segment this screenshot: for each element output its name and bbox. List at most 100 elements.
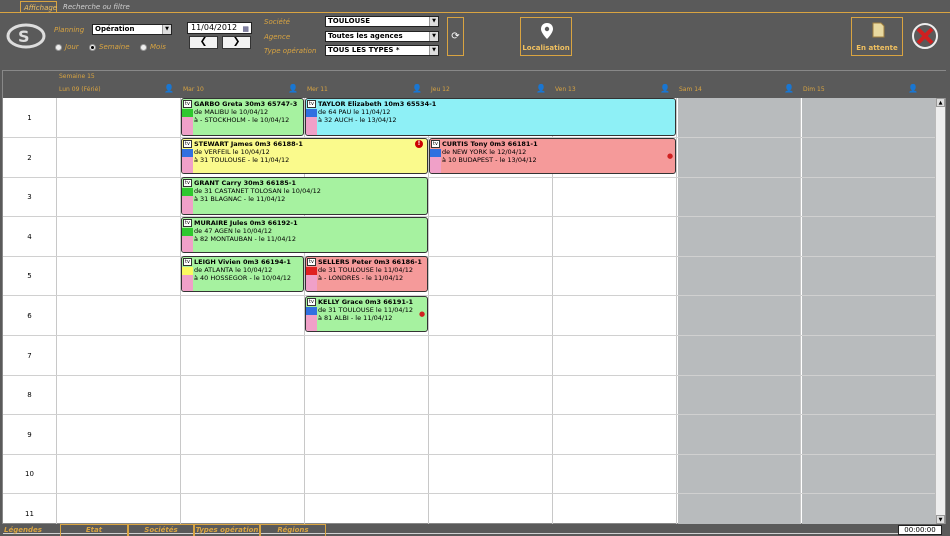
vertical-scrollbar[interactable]: ▲ ▼ (935, 98, 945, 524)
status-strip (306, 109, 317, 117)
planning-select-value: Opération (95, 25, 135, 33)
refresh-icon: ⟳ (451, 31, 460, 42)
event-card[interactable]: tv KELLY Grace 0m3 66191-1 de 31 TOULOUSE … (305, 296, 428, 332)
grid-hline (3, 493, 936, 494)
person-icon: 👤 (908, 84, 918, 93)
row-label: 3 (27, 193, 32, 201)
tv-icon: tv (307, 100, 316, 108)
localisation-button[interactable]: Localisation (520, 17, 572, 56)
event-origin: de 31 TOULOUSE le 11/04/12 (318, 306, 413, 314)
footer-tab-regions[interactable]: Régions (260, 524, 326, 536)
legendes-label: Légendes (4, 526, 42, 534)
event-title: MURAIRE Jules 0m3 66192-1 (194, 219, 298, 227)
radio-jour[interactable] (55, 44, 62, 51)
agence-label: Agence (264, 33, 291, 41)
type-strip (430, 157, 441, 173)
grid-vline (56, 98, 57, 524)
en-attente-button[interactable]: En attente (851, 17, 903, 56)
next-week-button[interactable]: ❯ (222, 36, 251, 49)
day-header-sat: Sam 14 (679, 86, 702, 93)
warning-icon: ! (415, 140, 423, 148)
radio-mois-label: Mois (150, 43, 166, 51)
radio-mois[interactable] (140, 44, 147, 51)
status-strip (430, 149, 441, 157)
type-strip (182, 157, 193, 173)
scroll-down-icon[interactable]: ▼ (936, 515, 945, 524)
tv-icon: tv (183, 179, 192, 187)
svg-text:S: S (18, 27, 30, 46)
event-origin: de 31 TOULOUSE le 11/04/12 (318, 266, 413, 274)
prev-week-button[interactable]: ❮ (189, 36, 218, 49)
event-card[interactable]: tv STEWART James 0m3 66188-1 de VERFEIL le… (181, 138, 428, 174)
map-pin-icon (541, 23, 553, 39)
row-label: 7 (27, 352, 32, 360)
type-select[interactable]: TOUS LES TYPES * ▼ (325, 45, 439, 56)
map-pin-icon: ● (667, 152, 674, 160)
footer-tab-societes[interactable]: Sociétés (128, 524, 194, 536)
calendar-icon: ▦ (242, 25, 249, 33)
row-label: 11 (25, 510, 34, 518)
row-label: 6 (27, 312, 32, 320)
event-destination: à 31 BLAGNAC - le 11/04/12 (194, 195, 286, 203)
event-destination: à 81 ALBI - le 11/04/12 (318, 314, 393, 322)
agence-select[interactable]: Toutes les agences ▼ (325, 31, 439, 42)
chevron-right-icon: ❯ (232, 37, 241, 47)
scroll-up-icon[interactable]: ▲ (936, 98, 945, 107)
refresh-button[interactable]: ⟳ (447, 17, 464, 56)
societe-select[interactable]: TOULOUSE ▼ (325, 16, 439, 27)
event-card[interactable]: tv GRANT Carry 30m3 66185-1 de 31 CASTANET… (181, 177, 428, 215)
row-label: 10 (25, 470, 34, 478)
event-card[interactable]: tv SELLERS Peter 0m3 66186-1 de 31 TOULOUS… (305, 256, 428, 292)
event-card[interactable]: tv MURAIRE Jules 0m3 66192-1 de 47 AGEN le… (181, 217, 428, 253)
event-destination: à 32 AUCH - le 13/04/12 (318, 116, 397, 124)
event-card[interactable]: tv TAYLOR Elizabeth 10m3 65534-1 de 64 PAU… (305, 98, 676, 136)
event-card[interactable]: tv CURTIS Tony 0m3 66181-1 de NEW YORK le … (429, 138, 676, 174)
type-label: Type opération (264, 47, 317, 55)
app-logo-icon: S (6, 23, 46, 49)
type-strip (306, 117, 317, 135)
tv-icon: tv (307, 258, 316, 266)
societe-label: Société (264, 18, 290, 26)
grid-hline (3, 454, 936, 455)
grid-hline (3, 216, 936, 217)
day-header-fri: Ven 13 (555, 86, 576, 93)
grid-hline (3, 295, 936, 296)
close-icon[interactable] (909, 20, 941, 52)
event-origin: de VERFEIL le 10/04/12 (194, 148, 270, 156)
radio-semaine[interactable] (89, 44, 96, 51)
tv-icon: tv (183, 258, 192, 266)
grid-hline (3, 335, 936, 336)
app-window: Affichage Recherche ou filtre S Planning… (0, 0, 950, 536)
footer-tab-etat[interactable]: Etat (60, 524, 128, 536)
event-origin: de MALIBU le 10/04/12 (194, 108, 269, 116)
type-strip (306, 315, 317, 331)
row-label: 2 (27, 154, 32, 162)
tv-icon: tv (307, 298, 316, 306)
tv-icon: tv (183, 219, 192, 227)
event-title: SELLERS Peter 0m3 66186-1 (318, 258, 422, 266)
footer-tab-types[interactable]: Types opération (194, 524, 260, 536)
event-card[interactable]: tv LEIGH Vivien 0m3 66194-1 de ATLANTA le … (181, 256, 304, 292)
status-strip (306, 267, 317, 275)
person-icon: 👤 (660, 84, 670, 93)
event-destination: à 31 TOULOUSE - le 11/04/12 (194, 156, 290, 164)
clock-display: 00:00:00 (898, 525, 942, 535)
date-value: 11/04/2012 (191, 23, 238, 32)
status-strip (182, 188, 193, 196)
day-header-wed: Mer 11 (307, 86, 328, 93)
type-strip (182, 275, 193, 291)
grid-hline (3, 256, 936, 257)
day-header-tue: Mar 10 (183, 86, 204, 93)
date-field[interactable]: 11/04/2012 ▦ (187, 22, 252, 34)
type-strip (182, 196, 193, 214)
status-strip (182, 267, 193, 275)
en-attente-label: En attente (856, 44, 898, 52)
event-title: GRANT Carry 30m3 66185-1 (194, 179, 297, 187)
row-label: 5 (27, 272, 32, 280)
event-card[interactable]: tv GARBO Greta 30m3 65747-3 de MALIBU le 1… (181, 98, 304, 136)
grid-hline (3, 414, 936, 415)
planning-select[interactable]: Opération ▼ (92, 24, 172, 35)
status-strip (306, 307, 317, 315)
event-origin: de ATLANTA le 10/04/12 (194, 266, 273, 274)
row-label: 4 (27, 233, 32, 241)
